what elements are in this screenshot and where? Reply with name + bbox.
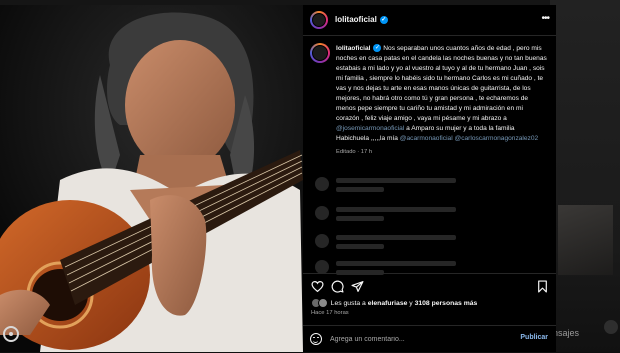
caption-text: Nos separaban unos cuantos años de edad …	[336, 45, 547, 122]
author-username[interactable]: lolitaoficial ✓	[335, 15, 388, 24]
author-avatar[interactable]	[310, 11, 328, 29]
verified-badge-icon: ✓	[373, 44, 382, 53]
caption-username[interactable]: lolitaoficial	[336, 45, 370, 52]
comment-skeleton	[315, 177, 515, 195]
likes-count[interactable]: 3108 personas más	[415, 300, 478, 307]
heart-icon[interactable]	[311, 280, 324, 293]
comment-bar: Publicar	[303, 325, 556, 353]
mention-link[interactable]: @carloscarmonagonzalez02	[455, 135, 539, 142]
author-username-text[interactable]: lolitaoficial	[335, 15, 377, 24]
liker-avatar	[318, 298, 328, 308]
background-feed	[550, 0, 620, 352]
mention-link[interactable]: @josemicarmonaoficial	[336, 125, 404, 132]
caption: lolitaoficial ✓ Nos separaban unos cuanto…	[336, 44, 548, 144]
post-header: lolitaoficial ✓ •••	[303, 5, 556, 36]
publish-button[interactable]: Publicar	[520, 334, 548, 341]
likes-middle: y	[409, 299, 413, 307]
likes-prefix: Les gusta a	[330, 299, 366, 307]
bookmark-icon[interactable]	[536, 280, 549, 293]
verified-badge-icon: ✓	[379, 15, 388, 24]
action-bar	[303, 273, 556, 296]
post-panel: lolitaoficial ✓ ••• lolitaoficial ✓ Nos se…	[303, 5, 556, 352]
comment-input[interactable]	[330, 332, 490, 346]
emoji-icon[interactable]	[310, 333, 322, 345]
background-thumbnail	[558, 205, 613, 275]
likes-summary[interactable]: Les gusta a elenafuriase y 3108 personas…	[311, 298, 477, 308]
edited-timestamp: Editado · 17 h	[336, 149, 373, 155]
post-time: Hace 17 horas	[311, 310, 349, 316]
comment-skeleton	[315, 234, 515, 252]
post-image	[0, 5, 303, 352]
mention-link[interactable]: @acarmonaoficial	[400, 135, 453, 142]
tag-icon[interactable]	[3, 326, 19, 342]
more-icon[interactable]: •••	[541, 13, 549, 24]
caption-avatar[interactable]	[310, 43, 330, 63]
likes-user[interactable]: elenafuriase	[368, 300, 408, 307]
share-icon[interactable]	[351, 280, 364, 293]
background-avatar-icon	[604, 320, 618, 334]
comment-icon[interactable]	[331, 280, 344, 293]
comment-skeleton	[315, 206, 515, 224]
